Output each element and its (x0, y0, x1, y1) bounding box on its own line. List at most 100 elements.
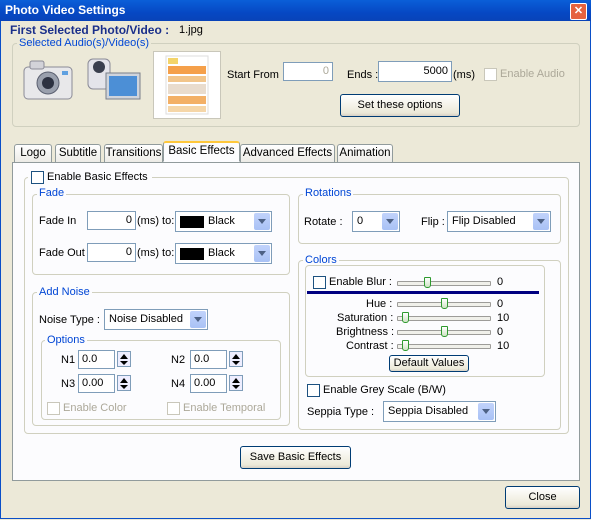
enable-blur-checkbox[interactable] (313, 276, 326, 289)
selected-audio-group-label: Selected Audio(s)/Video(s) (17, 37, 152, 49)
n4-spin-icon[interactable] (229, 375, 243, 391)
set-options-button[interactable]: Set these options (340, 94, 460, 117)
ends-input[interactable]: 5000 (378, 61, 452, 82)
tab-basic-effects[interactable]: Basic Effects (163, 141, 240, 162)
noise-type-select[interactable]: Noise Disabled (104, 309, 208, 330)
n2-label: N2 (171, 354, 186, 366)
close-button[interactable]: Close (505, 486, 580, 509)
chevron-down-icon[interactable] (533, 213, 549, 230)
fade-out-ms-to-label: (ms) to: (137, 247, 175, 259)
grey-scale-checkbox[interactable] (307, 384, 320, 397)
brightness-value: 0 (497, 326, 504, 338)
brightness-label: Brightness : (336, 326, 395, 338)
tab-transitions[interactable]: Transitions (104, 144, 163, 162)
chevron-down-icon[interactable] (382, 213, 398, 230)
n3-input[interactable]: 0.00 (78, 374, 115, 393)
brightness-slider-thumb[interactable] (441, 326, 448, 337)
add-noise-group-label: Add Noise (37, 286, 92, 298)
n2-input[interactable]: 0.0 (190, 350, 227, 369)
chevron-down-icon[interactable] (190, 311, 206, 328)
default-values-button[interactable]: Default Values (389, 355, 469, 372)
fade-out-input[interactable]: 0 (87, 243, 136, 262)
flip-label: Flip : (421, 216, 445, 228)
camera-icon (22, 53, 77, 103)
enable-color-checkbox[interactable] (47, 402, 60, 415)
fade-in-color-swatch (180, 216, 204, 228)
enable-audio-checkbox[interactable] (484, 68, 497, 81)
enable-basic-effects-label: Enable Basic Effects (47, 171, 148, 183)
chevron-down-icon[interactable] (254, 245, 270, 262)
n1-label: N1 (61, 354, 76, 366)
rotate-label: Rotate : (304, 216, 343, 228)
tab-logo[interactable]: Logo (14, 144, 52, 162)
start-from-input[interactable]: 0 (283, 62, 333, 81)
n3-label: N3 (61, 378, 76, 390)
enable-audio-label: Enable Audio (500, 68, 565, 80)
fade-out-color-select[interactable]: Black (175, 243, 272, 264)
enable-temporal-checkbox[interactable] (167, 402, 180, 415)
saturation-value: 10 (497, 312, 510, 324)
window-title: Photo Video Settings (5, 3, 126, 17)
rotate-value: 0 (357, 215, 364, 227)
ends-label: Ends : (347, 69, 379, 81)
noise-options-label: Options (45, 334, 87, 346)
tab-subtitle[interactable]: Subtitle (55, 144, 101, 162)
enable-basic-effects-checkbox[interactable] (31, 171, 44, 184)
chevron-down-icon[interactable] (478, 403, 494, 420)
tab-animation[interactable]: Animation (337, 144, 393, 162)
contrast-slider-thumb[interactable] (402, 340, 409, 351)
save-basic-effects-button[interactable]: Save Basic Effects (240, 446, 351, 469)
fade-in-color-select[interactable]: Black (175, 211, 272, 232)
flip-select[interactable]: Flip Disabled (447, 211, 551, 232)
n2-spin-icon[interactable] (229, 351, 243, 367)
blur-separator-bar (307, 291, 539, 294)
photo-thumbnail (153, 51, 221, 119)
seppia-type-label: Seppia Type : (307, 406, 375, 418)
close-window-button[interactable]: ✕ (570, 3, 587, 20)
ends-unit-label: (ms) (453, 69, 475, 81)
tab-advanced-effects[interactable]: Advanced Effects (240, 144, 335, 162)
first-selected-value: 1.jpg (179, 24, 203, 36)
n1-spin-icon[interactable] (117, 351, 131, 367)
brightness-slider[interactable] (397, 326, 491, 337)
enable-temporal-label: Enable Temporal (183, 402, 266, 414)
saturation-slider[interactable] (397, 312, 491, 323)
blur-value: 0 (497, 276, 504, 288)
fade-out-color-value: Black (208, 247, 235, 259)
contrast-slider[interactable] (397, 340, 491, 351)
fade-group-label: Fade (37, 187, 67, 199)
n4-label: N4 (171, 378, 186, 390)
contrast-value: 10 (497, 340, 510, 352)
seppia-type-select[interactable]: Seppia Disabled (383, 401, 496, 422)
noise-type-label: Noise Type : (39, 314, 100, 326)
blur-slider[interactable] (397, 277, 491, 288)
n1-input[interactable]: 0.0 (78, 350, 115, 369)
enable-color-label: Enable Color (63, 402, 127, 414)
rotations-group-label: Rotations (303, 187, 354, 199)
noise-type-value: Noise Disabled (109, 313, 183, 325)
hue-label: Hue : (366, 298, 393, 310)
hue-value: 0 (497, 298, 504, 310)
blur-slider-thumb[interactable] (424, 277, 431, 288)
first-selected-label: First Selected Photo/Video : (10, 23, 170, 37)
hue-slider-thumb[interactable] (441, 298, 448, 309)
saturation-slider-thumb[interactable] (402, 312, 409, 323)
video-camera-icon (86, 53, 142, 105)
chevron-down-icon[interactable] (254, 213, 270, 230)
contrast-label: Contrast : (346, 340, 394, 352)
flip-value: Flip Disabled (452, 215, 516, 227)
start-from-label: Start From : (227, 69, 286, 81)
n3-spin-icon[interactable] (117, 375, 131, 391)
fade-in-ms-to-label: (ms) to: (137, 215, 175, 227)
fade-in-input[interactable]: 0 (87, 211, 136, 230)
title-bar: Photo Video Settings ✕ (0, 0, 591, 21)
fade-out-label: Fade Out (39, 247, 85, 259)
rotate-select[interactable]: 0 (352, 211, 400, 232)
enable-blur-label: Enable Blur : (329, 276, 392, 288)
fade-in-color-value: Black (208, 215, 235, 227)
grey-scale-label: Enable Grey Scale (B/W) (323, 384, 446, 396)
saturation-label: Saturation : (337, 312, 394, 324)
n4-input[interactable]: 0.00 (190, 374, 227, 393)
seppia-type-value: Seppia Disabled (388, 405, 469, 417)
hue-slider[interactable] (397, 298, 491, 309)
